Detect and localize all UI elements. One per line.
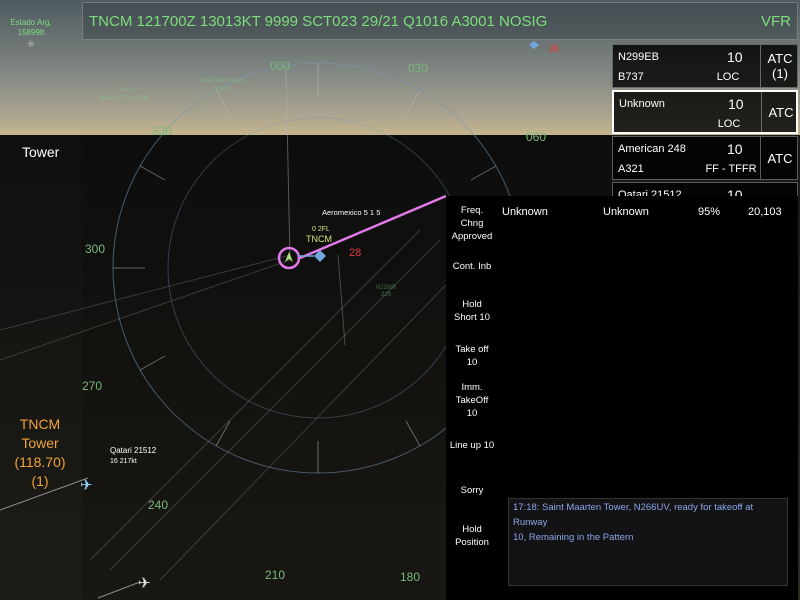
heading-030: 030 — [408, 61, 428, 75]
cmd-line: Approved — [451, 231, 493, 242]
flight-rules: VFR — [761, 12, 791, 30]
traffic-card-selected[interactable]: Unknown 10 LOC ATC — [612, 90, 798, 134]
atc-button[interactable]: ATC (1) — [760, 45, 799, 87]
cmd-continue-inbound[interactable]: Cont. Inb — [446, 260, 498, 273]
target-percent: 95% — [698, 206, 721, 218]
cmd-freq-change-approved[interactable]: Freq. Chng Approved — [446, 204, 498, 243]
heading-300: 300 — [85, 242, 105, 256]
cmd-line: Imm. — [461, 382, 483, 393]
traffic-callsign: American 248 — [618, 143, 686, 155]
far-target-label-1: Tripos — [118, 87, 134, 93]
traffic-altitude: 10 — [728, 96, 744, 112]
cmd-line: Sorry — [460, 485, 484, 496]
heading-000: 000 — [270, 59, 290, 73]
message-log: 17:18: Saint Maarten Tower, N266UV, read… — [508, 498, 788, 586]
atc-label: ATC — [768, 104, 794, 120]
target-info-panel: Unknown Unknown 95% 20,103 17:18: Saint … — [498, 196, 798, 600]
metar-bar: TNCM 121700Z 13013KT 9999 SCT023 29/21 Q… — [82, 2, 798, 40]
traffic-altitude: 10 — [727, 49, 743, 65]
heading-060: 060 — [526, 130, 546, 144]
target-info-qatari: 16 217kt — [110, 458, 137, 465]
cmd-line: Hold — [462, 299, 482, 310]
far-target-info-2: 3000ft — [214, 87, 231, 93]
cmd-line-up[interactable]: Line up 10 — [446, 439, 498, 452]
top-marker: 38 — [548, 44, 560, 55]
traffic-type: B737 — [618, 71, 644, 83]
heading-180: 180 — [400, 570, 420, 584]
cmd-line: TakeOff — [455, 395, 489, 406]
traffic-mode: FF - TFFR — [705, 163, 757, 175]
cmd-line: Cont. Inb — [452, 261, 492, 272]
traffic-callsign: N299EB — [618, 51, 659, 63]
cmd-hold-position[interactable]: Hold Position — [446, 523, 498, 549]
heading-270: 270 — [82, 379, 102, 393]
cmd-immediate-takeoff[interactable]: Imm. TakeOff 10 — [446, 381, 498, 420]
target-name: Unknown — [502, 206, 548, 218]
traffic-mode: LOC — [716, 71, 740, 83]
airplane-icon-bottom[interactable]: ✈ — [138, 574, 151, 592]
distance-marker: 28 — [349, 247, 361, 259]
heading-240: 240 — [148, 498, 168, 512]
traffic-callsign: Unknown — [619, 98, 665, 110]
cmd-line: Freq. — [460, 205, 484, 216]
command-menu: Freq. Chng Approved Cont. Inb Hold Short… — [446, 196, 498, 600]
atc-label: ATC — [767, 150, 793, 166]
airplane-icon-qatari[interactable]: ✈ — [80, 476, 93, 494]
heading-330: 330 — [152, 124, 172, 138]
cmd-line: Line up 10 — [449, 440, 495, 451]
log-line-2: 10, Remaining in the Pattern — [513, 532, 634, 543]
atc-count: (1) — [772, 66, 788, 81]
traffic-altitude: 10 — [727, 141, 743, 157]
log-line-1: 17:18: Saint Maarten Tower, N266UV, read… — [513, 502, 754, 528]
traffic-list: N299EB B737 10 LOC ATC (1) Unknown 10 LO… — [612, 44, 798, 210]
qatari-trail — [0, 477, 89, 511]
cmd-line: Chng — [460, 218, 484, 229]
center-label: TNCM — [306, 234, 332, 244]
target-callsign-qatari[interactable]: Qatari 21512 — [110, 446, 157, 455]
target-info-aeromexico: 0 2FL — [312, 226, 330, 233]
cmd-line: Short 10 — [454, 312, 490, 323]
target-type: Unknown — [603, 206, 649, 218]
metar-text: TNCM 121700Z 13013KT 9999 SCT023 29/21 Q… — [89, 12, 548, 30]
cmd-line: Hold — [462, 524, 482, 535]
traffic-type: A321 — [618, 163, 644, 175]
cmd-line: 10 — [466, 357, 478, 368]
traffic-card[interactable]: N299EB B737 10 LOC ATC (1) — [612, 44, 798, 88]
target-value: 20,103 — [748, 206, 782, 218]
top-aircraft-icon[interactable] — [529, 41, 539, 49]
traffic-mode: LOC — [717, 118, 741, 130]
far-target-label-2: GAM 848 Heavy — [200, 78, 244, 84]
far-target-info-3: 22ft — [381, 292, 391, 298]
cmd-line: Position — [455, 537, 489, 548]
cmd-line: 10 — [466, 408, 478, 419]
cmd-takeoff[interactable]: Take off 10 — [446, 343, 498, 369]
far-target-info-1: Boeing 777 2000ft — [100, 96, 149, 102]
cmd-sorry[interactable]: Sorry — [446, 484, 498, 497]
atc-button[interactable]: ATC — [761, 92, 800, 132]
traffic-card[interactable]: American 248 A321 10 FF - TFFR ATC — [612, 136, 798, 180]
target-callsign-aeromexico[interactable]: Aeromexico 5 1 5 — [322, 208, 380, 217]
far-target-label-3: N239IR — [376, 285, 397, 291]
cmd-hold-short[interactable]: Hold Short 10 — [446, 298, 498, 324]
heading-210: 210 — [265, 568, 285, 582]
atc-label: ATC — [767, 51, 793, 66]
cmd-line: Take off — [455, 344, 489, 355]
atc-button[interactable]: ATC — [760, 137, 799, 179]
